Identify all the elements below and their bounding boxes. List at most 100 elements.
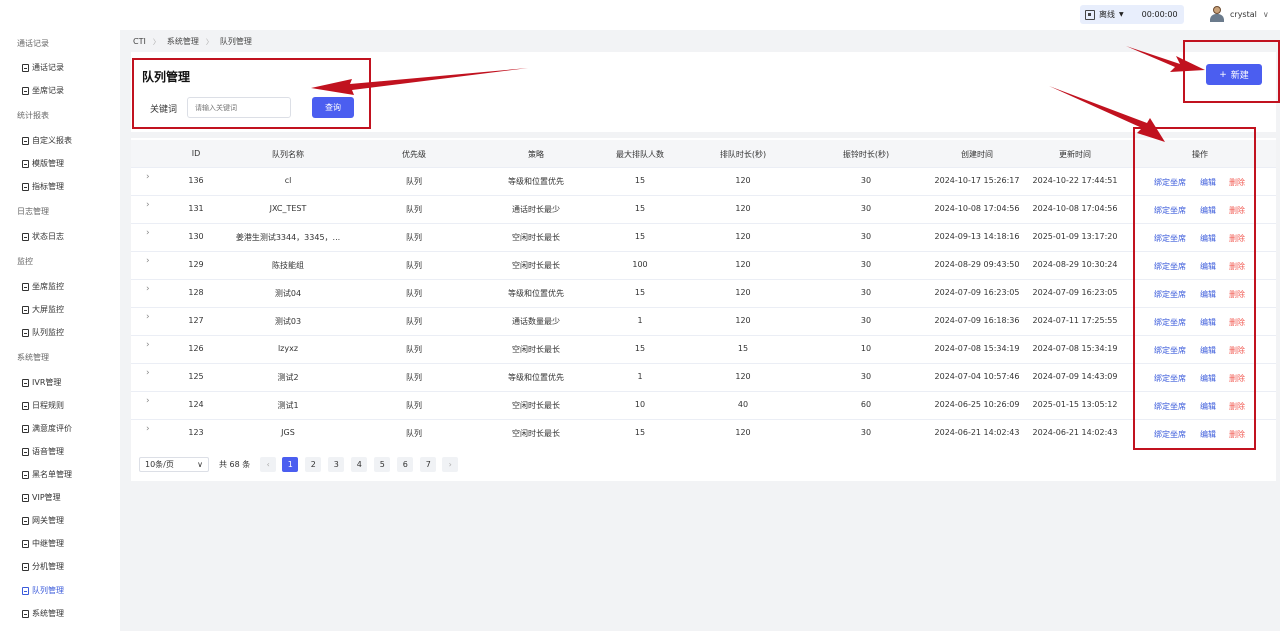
sidebar-item[interactable]: IVR管理 — [22, 377, 61, 388]
expand-row-icon[interactable]: › — [146, 396, 150, 406]
annotation-box-actions — [1133, 127, 1256, 450]
table-cell: 100 — [632, 260, 648, 269]
sidebar-label: IVR管理 — [32, 378, 62, 387]
expand-row-icon[interactable]: › — [146, 368, 150, 378]
sidebar-item[interactable]: 队列管理 — [22, 585, 64, 596]
breadcrumb-separator-icon: 〉 — [152, 37, 160, 46]
sidebar-item[interactable]: 队列监控 — [22, 327, 64, 338]
table-cell: 空闲时长最长 — [512, 233, 560, 242]
breadcrumb-item: 队列管理 — [219, 37, 252, 46]
breadcrumb-separator-icon: 〉 — [205, 37, 213, 46]
table-cell: 2024-06-21 14:02:43 — [1032, 428, 1118, 437]
page-number-button[interactable]: 5 — [374, 457, 391, 472]
table-cell: 10 — [860, 344, 872, 353]
sidebar-item[interactable]: 分机管理 — [22, 561, 64, 572]
document-icon — [22, 609, 29, 618]
expand-row-icon[interactable]: › — [146, 228, 150, 238]
expand-row-icon[interactable]: › — [146, 284, 150, 294]
next-page-icon[interactable]: › — [442, 457, 459, 472]
table-cell: 124 — [188, 400, 204, 409]
table-cell: 15 — [634, 176, 646, 185]
sidebar-item[interactable]: 网关管理 — [22, 515, 64, 526]
sidebar-item[interactable]: 通话记录 — [22, 62, 64, 73]
agent-status: 离线 — [1099, 10, 1115, 19]
sidebar-item[interactable]: 系统管理 — [22, 608, 64, 619]
document-icon — [22, 447, 29, 456]
annotation-box-new — [1183, 40, 1280, 103]
expand-row-icon[interactable]: › — [146, 312, 150, 322]
sidebar-label: 模版管理 — [32, 159, 64, 168]
sidebar-item[interactable]: 状态日志 — [22, 231, 64, 242]
sidebar-item[interactable]: 语音管理 — [22, 446, 64, 457]
username: crystal — [1230, 9, 1257, 19]
sidebar-item[interactable]: VIP管理 — [22, 492, 61, 503]
page-number-button[interactable]: 3 — [328, 457, 345, 472]
table-cell: 129 — [188, 260, 204, 269]
table-cell: 123 — [188, 428, 204, 437]
sidebar-item[interactable]: 中继管理 — [22, 538, 64, 549]
table-cell: 30 — [860, 316, 872, 325]
page-number-button[interactable]: 1 — [282, 457, 299, 472]
document-icon — [22, 182, 29, 191]
document-icon — [22, 159, 29, 168]
table-cell: 30 — [860, 372, 872, 381]
expand-row-icon[interactable]: › — [146, 200, 150, 210]
sidebar-label: 自定义报表 — [32, 136, 72, 145]
sidebar-label: 统计报表 — [17, 111, 49, 120]
page-number-button[interactable]: 4 — [351, 457, 368, 472]
sidebar-item[interactable]: 坐席记录 — [22, 85, 64, 96]
page-number-button[interactable]: 6 — [397, 457, 414, 472]
agent-status-pill[interactable]: 离线 ▼ 00:00:00 — [1080, 5, 1184, 24]
table-cell: 120 — [735, 260, 751, 269]
table-cell: 队列 — [406, 345, 422, 354]
expand-row-icon[interactable]: › — [146, 340, 150, 350]
page-number-button[interactable]: 7 — [420, 457, 437, 472]
document-icon — [22, 401, 29, 410]
table-row — [131, 167, 1276, 168]
user-menu[interactable]: crystal ∨ — [1210, 6, 1269, 22]
table-row — [131, 363, 1276, 364]
table-row — [131, 195, 1276, 196]
document-icon — [22, 424, 29, 433]
expand-row-icon[interactable]: › — [146, 424, 150, 434]
table-cell: 2024-10-17 15:26:17 — [934, 176, 1020, 185]
table-cell: 陈技能组 — [272, 261, 304, 270]
total-count: 共 68 条 — [219, 460, 251, 469]
table-cell: 136 — [188, 176, 204, 185]
sidebar-item[interactable]: 指标管理 — [22, 181, 64, 192]
breadcrumb-item[interactable]: CTI — [133, 37, 146, 46]
table-row — [131, 307, 1276, 308]
sidebar-item[interactable]: 坐席监控 — [22, 281, 64, 292]
table-cell: 30 — [860, 176, 872, 185]
document-icon — [22, 63, 29, 72]
top-bar: 离线 ▼ 00:00:00 crystal ∨ — [0, 0, 1280, 30]
table-cell: 姜港生测试3344，3345，... — [235, 233, 341, 242]
sidebar-label: 队列管理 — [32, 586, 64, 595]
sidebar-item[interactable]: 满意度评价 — [22, 423, 72, 434]
table-cell: 测试04 — [274, 289, 302, 298]
table-cell: 2024-07-09 14:43:09 — [1032, 372, 1118, 381]
sidebar-item[interactable]: 黑名单管理 — [22, 469, 72, 480]
table-cell: 空闲时长最长 — [512, 429, 560, 438]
sidebar-item[interactable]: 模版管理 — [22, 158, 64, 169]
column-header: 排队时长(秒) — [719, 150, 767, 159]
table-cell: 测试03 — [274, 317, 302, 326]
document-icon — [22, 136, 29, 145]
table-cell: 队列 — [406, 429, 422, 438]
table-cell: 2024-09-13 14:18:16 — [934, 232, 1020, 241]
page-number-button[interactable]: 2 — [305, 457, 322, 472]
page-size-select[interactable]: 10条/页 ∨ — [139, 457, 209, 472]
prev-page-icon[interactable]: ‹ — [260, 457, 277, 472]
sidebar-label: VIP管理 — [32, 493, 61, 502]
sidebar-group-label: 日志管理 — [17, 206, 49, 217]
caret-down-icon: ▼ — [1119, 11, 1124, 18]
sidebar-item[interactable]: 大屏监控 — [22, 304, 64, 315]
table-row — [131, 335, 1276, 336]
table-cell: 30 — [860, 428, 872, 437]
breadcrumb-item[interactable]: 系统管理 — [167, 36, 199, 47]
expand-row-icon[interactable]: › — [146, 256, 150, 266]
sidebar-item[interactable]: 自定义报表 — [22, 135, 72, 146]
table-cell: 队列 — [406, 317, 422, 326]
sidebar-item[interactable]: 日程规则 — [22, 400, 64, 411]
expand-row-icon[interactable]: › — [146, 172, 150, 182]
